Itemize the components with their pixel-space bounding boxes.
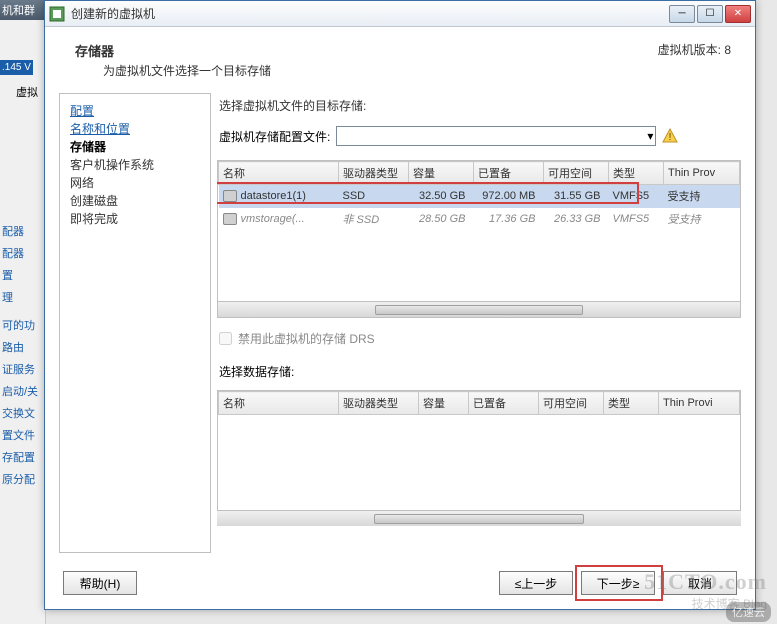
datastore-icon [223,190,237,202]
step-finish[interactable]: 即将完成 [70,210,200,228]
horizontal-scrollbar[interactable] [217,510,741,526]
step-guest-os[interactable]: 客户机操作系统 [70,156,200,174]
app-icon [49,6,65,22]
titlebar: 创建新的虚拟机 ─ ☐ ✕ [45,1,755,27]
datastore-table[interactable]: 名称 驱动器类型 容量 已置备 可用空间 类型 Thin Prov [217,160,741,318]
window-title: 创建新的虚拟机 [71,5,669,22]
drs-checkbox-input [219,332,232,345]
back-button[interactable]: ≤上一步 [499,571,573,595]
close-button[interactable]: ✕ [725,5,751,23]
step-storage[interactable]: 存储器 [70,138,200,156]
select-datastore-label: 选择数据存储: [217,359,741,384]
horizontal-scrollbar[interactable] [218,301,740,317]
table-header-row: 名称 驱动器类型 容量 已置备 可用空间 类型 Thin Provi [219,392,740,415]
datastore-row[interactable]: datastore1(1) SSD 32.50 GB 972.00 MB 31.… [219,185,740,208]
disable-drs-checkbox[interactable]: 禁用此虚拟机的存储 DRS [219,330,739,347]
warning-icon: ! [662,128,678,144]
wizard-steps: 配置 名称和位置 存储器 客户机操作系统 网络 创建磁盘 即将完成 [59,93,211,553]
page-subtitle: 为虚拟机文件选择一个目标存储 [103,62,271,79]
vm-version-label: 虚拟机版本: 8 [658,41,731,58]
chevron-down-icon: ▾ [647,129,653,143]
bg-tab: 虚拟 [16,84,38,100]
step-name-location[interactable]: 名称和位置 [70,120,200,138]
svg-text:!: ! [669,132,672,143]
minimize-button[interactable]: ─ [669,5,695,23]
maximize-button[interactable]: ☐ [697,5,723,23]
step-create-disk[interactable]: 创建磁盘 [70,192,200,210]
next-button[interactable]: 下一步≥ [581,571,655,595]
step-network[interactable]: 网络 [70,174,200,192]
storage-prompt: 选择虚拟机文件的目标存储: [217,93,741,120]
wizard-window: 创建新的虚拟机 ─ ☐ ✕ 存储器 为虚拟机文件选择一个目标存储 虚拟机版本: … [44,0,756,610]
datastore-row[interactable]: vmstorage(... 非 SSD 28.50 GB 17.36 GB 26… [219,208,740,231]
storage-profile-label: 虚拟机存储配置文件: [219,128,330,145]
cancel-button[interactable]: 取消 [663,571,737,595]
storage-profile-select[interactable]: ▾ [336,126,656,146]
bg-toolbar: 机和群集 [0,0,46,20]
datastore-icon [223,213,237,225]
table-header-row: 名称 驱动器类型 容量 已置备 可用空间 类型 Thin Prov [219,162,740,185]
select-datastore-table[interactable]: 名称 驱动器类型 容量 已置备 可用空间 类型 Thin Provi [217,390,741,520]
help-button[interactable]: 帮助(H) [63,571,137,595]
watermark-yisu: 亿速云 [726,602,771,622]
bg-ip: .145 V [0,60,33,75]
page-title: 存储器 [75,41,271,60]
step-config[interactable]: 配置 [70,102,200,120]
bg-sidebar-partial: 配器 配器 置 理 可的功 路由 证服务 启动/关 交换文 置文件 存配置 原分… [0,220,40,490]
